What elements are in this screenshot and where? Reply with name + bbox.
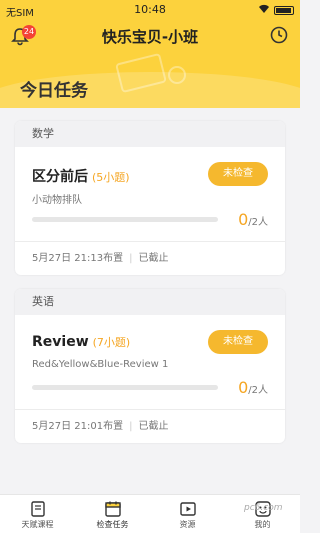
deadline-status: 已截止	[138, 253, 169, 264]
deadline-status: 已截止	[138, 421, 169, 432]
tab-resources[interactable]: 资源	[150, 495, 225, 533]
wifi-icon	[258, 4, 270, 17]
publish-time: 5月27日 21:13布置	[32, 253, 124, 264]
book-icon	[29, 500, 47, 518]
bottom-tab-bar: 天赋课程 检查任务 资源 我的	[0, 494, 300, 533]
subject-label: 数学	[15, 121, 285, 147]
completed-count: 0	[238, 210, 249, 229]
section-title: 今日任务	[20, 81, 88, 101]
task-title-text: 区分前后	[32, 169, 88, 185]
unchecked-button[interactable]: 未检查	[208, 330, 268, 354]
subject-label: 英语	[15, 289, 285, 315]
calendar-icon	[104, 500, 122, 518]
task-title: 区分前后 (5小题)	[32, 166, 130, 186]
total-count: /2人	[248, 217, 268, 228]
status-time: 10:48	[134, 3, 166, 16]
circle-decoration	[168, 66, 186, 84]
play-icon	[179, 500, 197, 518]
top-bar: 24 快乐宝贝-小班	[0, 20, 300, 52]
tab-mine[interactable]: 我的	[225, 495, 300, 533]
completion-ratio: 0/2人	[238, 210, 268, 229]
watermark: pc6.com	[244, 503, 283, 513]
question-count: (5小题)	[92, 171, 130, 184]
task-title-text: Review	[32, 334, 89, 350]
tab-label: 天赋课程	[21, 520, 54, 529]
progress-bar	[32, 217, 218, 222]
footer-divider: |	[129, 253, 133, 264]
task-title: Review (7小题)	[32, 334, 130, 350]
task-footer: 5月27日 21:01布置 | 已截止	[15, 409, 285, 443]
clock-icon[interactable]	[270, 26, 288, 44]
footer-divider: |	[129, 421, 133, 432]
progress-bar	[32, 385, 218, 390]
tab-talent-courses[interactable]: 天赋课程	[0, 495, 75, 533]
tab-label: 我的	[254, 520, 271, 529]
task-card[interactable]: 数学 区分前后 (5小题) 小动物排队 未检查 0/2人 5月27日 21:13布…	[15, 121, 285, 275]
task-card[interactable]: 英语 Review (7小题) Red&Yellow&Blue-Review 1 …	[15, 289, 285, 443]
task-footer: 5月27日 21:13布置 | 已截止	[15, 241, 285, 275]
tab-check-tasks[interactable]: 检查任务	[75, 495, 150, 533]
total-count: /2人	[248, 385, 268, 396]
page-title: 快乐宝贝-小班	[101, 28, 199, 46]
battery-icon	[274, 6, 294, 15]
question-count: (7小题)	[92, 336, 131, 349]
tab-label: 检查任务	[96, 520, 129, 529]
task-description: 小动物排队	[32, 195, 82, 206]
completed-count: 0	[238, 378, 249, 397]
status-bar: 无SIM 10:48	[0, 0, 300, 20]
unchecked-button[interactable]: 未检查	[208, 162, 268, 186]
task-description: Red&Yellow&Blue-Review 1	[32, 359, 169, 370]
completion-ratio: 0/2人	[238, 378, 268, 397]
status-icons	[258, 4, 294, 17]
tab-label: 资源	[179, 520, 196, 529]
publish-time: 5月27日 21:01布置	[32, 421, 124, 432]
